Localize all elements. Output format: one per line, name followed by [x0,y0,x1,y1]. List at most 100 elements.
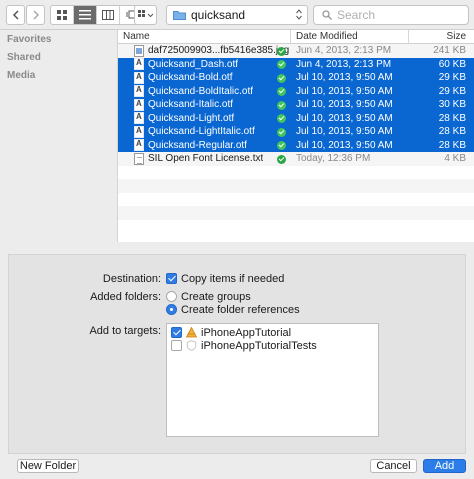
options-panel: Destination: Copy items if needed Added … [8,254,466,454]
target-row-tests[interactable]: iPhoneAppTutorialTests [167,339,317,352]
file-name-cell: Quicksand-LightItalic.otf [118,125,291,138]
copy-items-label[interactable]: Copy items if needed [181,273,284,285]
file-row[interactable]: SIL Open Font License.txt Today, 12:36 PM… [118,152,474,166]
file-size: 28 KB [438,112,466,124]
file-size: 60 KB [438,58,466,70]
file-name-cell: SIL Open Font License.txt [118,152,291,165]
file-row[interactable]: Quicksand_Dash.otf Jun 4, 2013, 2:13 PM 60… [118,57,474,71]
font-file-icon [134,58,144,71]
chevron-left-icon [12,10,19,20]
icon-view-icon [57,10,67,20]
file-name: Quicksand-Regular.otf [148,139,247,151]
file-date: Jul 10, 2013, 9:50 AM [296,85,393,97]
path-popup[interactable]: quicksand [166,5,308,25]
app-target-icon [186,327,197,338]
add-to-targets-label: Add to targets: [89,325,161,337]
sync-check-icon [277,154,286,164]
empty-row [118,206,474,220]
empty-row [118,193,474,207]
sidebar: Favorites Shared Media [0,30,118,242]
file-row[interactable]: Quicksand-Italic.otf Jul 10, 2013, 9:50 A… [118,98,474,112]
cancel-button[interactable]: Cancel [370,459,417,473]
column-view-icon [102,10,114,20]
search-field[interactable] [313,5,469,25]
file-name: Quicksand-LightItalic.otf [148,126,255,138]
file-name: Quicksand-BoldItalic.otf [148,85,254,97]
new-folder-button[interactable]: New Folder [17,459,79,473]
empty-row [118,220,474,234]
create-groups-radio[interactable] [166,291,177,302]
sync-check-icon [277,60,286,70]
file-date: Jul 10, 2013, 9:50 AM [296,126,393,138]
target-tests-label: iPhoneAppTutorialTests [201,339,317,352]
file-name: SIL Open Font License.txt [148,153,264,165]
path-folder-label: quicksand [191,8,246,22]
file-row[interactable]: Quicksand-Light.otf Jul 10, 2013, 9:50 AM… [118,111,474,125]
font-file-icon [134,85,144,98]
file-size: 29 KB [438,85,466,97]
font-file-icon [134,98,144,111]
file-name-cell: Quicksand-Bold.otf [118,71,291,84]
font-file-icon [134,125,144,138]
font-file-icon [134,112,144,125]
file-row[interactable]: Quicksand-BoldItalic.otf Jul 10, 2013, 9:… [118,84,474,98]
font-file-icon [134,139,144,152]
text-file-icon [134,152,144,165]
file-row[interactable]: Quicksand-LightItalic.otf Jul 10, 2013, 9… [118,125,474,139]
sidebar-section-media[interactable]: Media [7,70,35,81]
view-mode-control [50,5,144,25]
column-view-button[interactable] [97,6,120,24]
add-button[interactable]: Add [423,459,466,473]
test-target-icon [186,340,197,351]
file-list: Name Date Modified Size daf725009903...f… [118,30,474,242]
forward-button[interactable] [26,5,45,25]
file-name-cell: Quicksand-Regular.otf [118,139,291,152]
targets-list: iPhoneAppTutorial iPhoneAppTutorialTests [166,323,379,437]
sync-check-icon [277,87,286,97]
folder-icon [173,11,186,20]
icon-view-button[interactable] [51,6,74,24]
arrange-grid-icon [137,10,153,18]
search-input[interactable] [337,8,457,22]
copy-items-checkbox[interactable] [166,273,177,284]
empty-row [118,179,474,193]
added-folders-label: Added folders: [90,291,161,303]
file-name: Quicksand-Bold.otf [148,72,233,84]
create-groups-label[interactable]: Create groups [181,291,251,303]
sync-check-icon [277,114,286,124]
arrange-button[interactable] [134,5,157,25]
file-name-cell: Quicksand-BoldItalic.otf [118,85,291,98]
create-folder-references-label[interactable]: Create folder references [181,304,300,316]
font-file-icon [134,71,144,84]
create-folder-references-radio[interactable] [166,304,177,315]
column-header-date[interactable]: Date Modified [291,30,409,43]
target-row-app[interactable]: iPhoneAppTutorial [167,326,291,339]
sync-check-icon [277,127,286,137]
column-header-name[interactable]: Name [118,30,291,43]
sidebar-section-favorites[interactable]: Favorites [7,34,51,45]
target-tests-checkbox[interactable] [171,340,182,351]
list-view-button[interactable] [74,6,97,24]
image-file-icon [134,44,144,57]
file-row[interactable]: Quicksand-Regular.otf Jul 10, 2013, 9:50 … [118,138,474,152]
target-app-checkbox[interactable] [171,327,182,338]
list-view-icon [79,10,91,20]
search-icon [322,10,332,20]
sidebar-section-shared[interactable]: Shared [7,52,41,63]
file-name-cell: Quicksand_Dash.otf [118,58,291,71]
file-list-header: Name Date Modified Size [118,30,474,44]
column-header-size[interactable]: Size [409,30,474,43]
file-row[interactable]: Quicksand-Bold.otf Jul 10, 2013, 9:50 AM 2… [118,71,474,85]
back-button[interactable] [6,5,25,25]
file-name: Quicksand-Light.otf [148,112,235,124]
file-date: Jul 10, 2013, 9:50 AM [296,112,393,124]
empty-row [118,166,474,180]
file-size: 30 KB [438,99,466,111]
file-name-cell: Quicksand-Light.otf [118,112,291,125]
file-row[interactable]: daf725009903...fb5416e385.jpg Jun 4, 2013… [118,44,474,58]
file-rows: daf725009903...fb5416e385.jpg Jun 4, 2013… [118,44,474,233]
chevron-updown-icon [296,9,302,20]
file-date: Jun 4, 2013, 2:13 PM [296,58,392,70]
file-size: 241 KB [433,45,466,57]
toolbar: quicksand [0,0,474,30]
